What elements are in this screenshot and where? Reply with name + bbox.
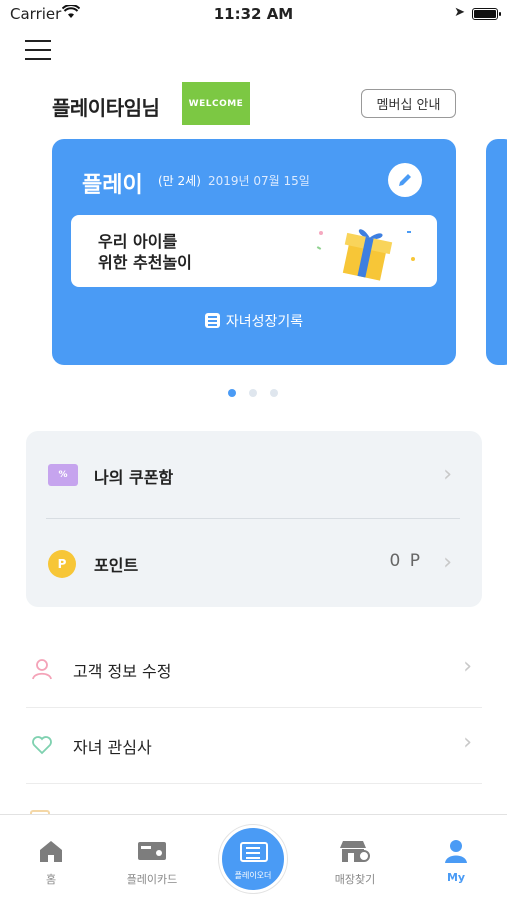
carousel-dot[interactable] bbox=[270, 389, 278, 397]
menu-icon[interactable] bbox=[25, 40, 51, 64]
tab-label: 매장찾기 bbox=[334, 873, 376, 886]
chevron-right-icon: › bbox=[443, 462, 452, 487]
tab-home[interactable]: 홈 bbox=[1, 815, 101, 900]
card-icon bbox=[138, 842, 166, 860]
edit-child-button[interactable] bbox=[388, 163, 422, 197]
home-icon bbox=[40, 841, 62, 862]
status-time: 11:32 AM bbox=[213, 5, 294, 23]
next-card-preview[interactable] bbox=[486, 139, 507, 365]
point-icon: P bbox=[48, 550, 76, 578]
point-value: 0 P bbox=[389, 551, 422, 571]
tab-bar: 홈 플레이카드 플레이오더 매장찾기 My bbox=[0, 814, 507, 900]
point-row[interactable]: P 포인트 0 P › bbox=[26, 519, 482, 607]
benefits-panel: % 나의 쿠폰함 › P 포인트 0 P › bbox=[26, 431, 482, 607]
store-icon bbox=[340, 841, 370, 862]
battery-icon bbox=[472, 8, 501, 20]
child-name: 플레이 bbox=[82, 173, 143, 198]
tab-play-order[interactable]: 플레이오더 bbox=[219, 825, 287, 893]
chevron-right-icon: › bbox=[463, 654, 472, 679]
tab-label: 플레이카드 bbox=[126, 873, 178, 886]
recommend-line-1: 우리 아이를 bbox=[98, 232, 178, 251]
person-icon bbox=[32, 659, 52, 680]
list-icon bbox=[204, 313, 220, 328]
tab-play-card[interactable]: 플레이카드 bbox=[102, 815, 202, 900]
status-bar: Carrier 11:32 AM ➤ bbox=[0, 0, 507, 28]
child-card[interactable]: 플레이 (만 2세) 2019년 07월 15일 우리 아이를 위한 추천놀이 … bbox=[52, 139, 456, 365]
list-item-edit-profile[interactable]: 고객 정보 수정 › bbox=[26, 632, 482, 708]
chevron-right-icon: › bbox=[443, 550, 452, 575]
coupon-icon: % bbox=[48, 464, 78, 486]
ticket-icon bbox=[240, 842, 268, 862]
recommend-text: 우리 아이를 위한 추천놀이 bbox=[98, 231, 192, 273]
recommended-play-banner[interactable]: 우리 아이를 위한 추천놀이 bbox=[71, 215, 437, 287]
point-label: 포인트 bbox=[94, 556, 139, 575]
recommend-line-2: 위한 추천놀이 bbox=[98, 253, 192, 272]
tab-label: 홈 bbox=[45, 873, 57, 886]
tab-store-finder[interactable]: 매장찾기 bbox=[305, 815, 405, 900]
carousel-dot[interactable] bbox=[249, 389, 257, 397]
heart-icon bbox=[32, 736, 52, 755]
growth-record-button[interactable]: 자녀성장기록 bbox=[52, 311, 456, 331]
list-item-label: 자녀 관심사 bbox=[73, 738, 152, 757]
gift-icon bbox=[316, 229, 415, 281]
tab-my[interactable]: My bbox=[406, 815, 506, 900]
carousel-dot[interactable] bbox=[228, 389, 236, 397]
membership-guide-button[interactable]: 멤버십 안내 bbox=[361, 89, 456, 118]
chevron-right-icon: › bbox=[463, 730, 472, 755]
pencil-icon bbox=[399, 174, 411, 186]
coupon-label: 나의 쿠폰함 bbox=[94, 468, 174, 487]
user-icon bbox=[445, 840, 467, 863]
username-greeting: 플레이타임님 bbox=[52, 96, 160, 120]
tab-label: My bbox=[446, 871, 466, 884]
growth-record-label: 자녀성장기록 bbox=[225, 314, 304, 330]
tab-label: 플레이오더 bbox=[234, 871, 272, 880]
list-item-label: 고객 정보 수정 bbox=[73, 662, 172, 681]
location-icon: ➤ bbox=[454, 5, 465, 20]
list-item-child-interests[interactable]: 자녀 관심사 › bbox=[26, 708, 482, 784]
child-age: (만 2세) bbox=[158, 174, 201, 188]
welcome-badge: WELCOME bbox=[182, 82, 250, 125]
child-birthday: 2019년 07월 15일 bbox=[208, 174, 310, 188]
carousel-indicator bbox=[228, 389, 278, 397]
coupon-row[interactable]: % 나의 쿠폰함 › bbox=[26, 431, 482, 519]
